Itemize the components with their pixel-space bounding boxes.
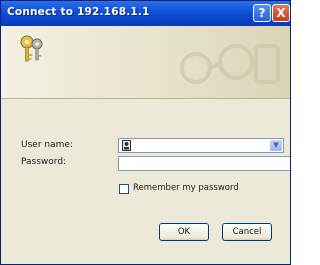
- password-label: Password:: [21, 157, 67, 167]
- network-watermark-icon: [180, 44, 280, 84]
- login-dialog: Connect to 192.168.1.1 ? X User name: ▼ …: [0, 0, 291, 265]
- help-button[interactable]: ?: [253, 4, 271, 22]
- titlebar[interactable]: Connect to 192.168.1.1 ? X: [1, 1, 290, 26]
- dialog-banner: [1, 26, 290, 99]
- remember-password-label[interactable]: Remember my password: [133, 183, 239, 193]
- dialog-title: Connect to 192.168.1.1: [7, 6, 150, 18]
- user-icon: [122, 140, 131, 151]
- password-field[interactable]: [118, 156, 290, 171]
- user-name-combobox[interactable]: ▼: [118, 138, 284, 153]
- ok-button[interactable]: OK: [159, 223, 209, 241]
- keys-icon: [20, 35, 43, 62]
- user-name-label: User name:: [21, 140, 73, 150]
- remember-password-checkbox[interactable]: [119, 184, 129, 194]
- close-button[interactable]: X: [272, 4, 290, 22]
- cancel-button[interactable]: Cancel: [222, 223, 272, 241]
- chevron-down-icon[interactable]: ▼: [270, 140, 282, 151]
